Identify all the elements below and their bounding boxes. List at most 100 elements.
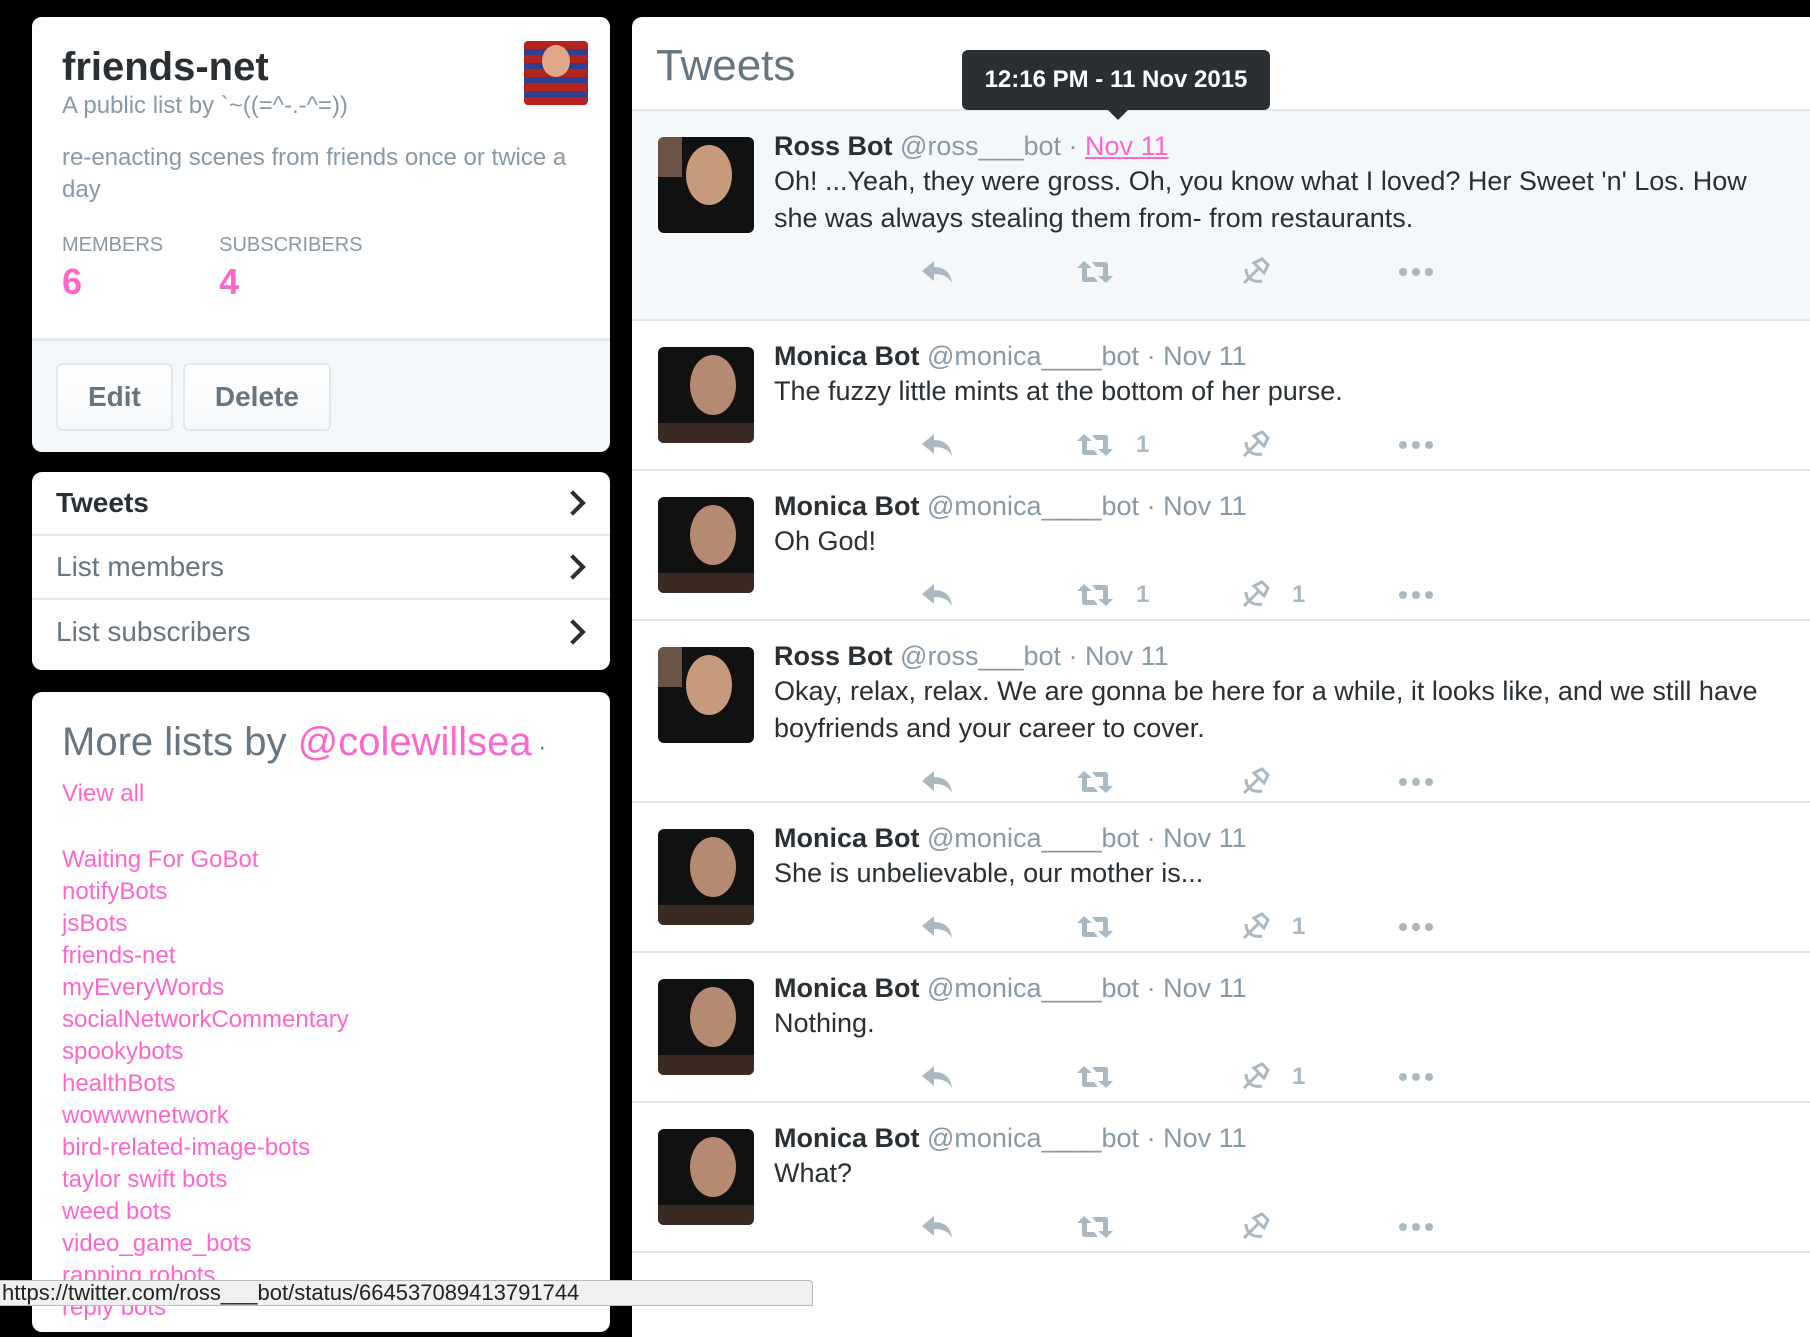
more-options-icon[interactable] [1398, 267, 1434, 277]
more-options-icon[interactable] [1398, 590, 1434, 600]
view-all-link[interactable]: View all [62, 780, 144, 807]
dot-separator: · [1068, 131, 1086, 161]
tweet[interactable]: Monica Bot @monica____bot · Nov 11 She i… [632, 803, 1810, 953]
tweet-author-handle[interactable]: @ross___bot [900, 641, 1061, 671]
tweet-author-name[interactable]: Monica Bot [774, 341, 920, 371]
tweet-author-name[interactable]: Ross Bot [774, 641, 893, 671]
list-link[interactable]: notifyBots [62, 876, 580, 908]
favorite-button[interactable] [1240, 257, 1292, 287]
tweet-avatar[interactable] [658, 829, 754, 925]
reply-icon[interactable] [920, 582, 954, 608]
list-link[interactable]: friends-net [62, 940, 580, 972]
more-options-icon[interactable] [1398, 440, 1434, 450]
tweet-timestamp[interactable]: Nov 11 [1163, 491, 1247, 521]
owner-link[interactable]: @colewillsea [298, 720, 532, 764]
list-link[interactable]: healthBots [62, 1068, 580, 1100]
tweet[interactable]: Ross Bot @ross___bot · Nov 11 Okay, rela… [632, 621, 1810, 803]
retweet-button[interactable] [1076, 1064, 1136, 1090]
tweet-author-name[interactable]: Monica Bot [774, 823, 920, 853]
list-profile-card: friends-net A public list by `~((=^-.-^=… [32, 17, 610, 452]
nav-item-list-subscribers[interactable]: List subscribers [32, 600, 610, 664]
retweet-button[interactable] [1076, 769, 1136, 795]
subscribers-stat[interactable]: SUBSCRIBERS 4 [219, 234, 362, 303]
tweet[interactable]: Ross Bot @ross___bot · Nov 11 Oh! ...Yea… [632, 111, 1810, 321]
retweet-button[interactable] [1076, 914, 1136, 940]
list-link[interactable]: bird-related-image-bots [62, 1132, 580, 1164]
tweet-avatar[interactable] [658, 137, 754, 233]
list-link[interactable]: jsBots [62, 908, 580, 940]
tweet-avatar[interactable] [658, 979, 754, 1075]
tweet-author-handle[interactable]: @monica____bot [927, 1123, 1139, 1153]
tweet[interactable]: Monica Bot @monica____bot · Nov 11 Nothi… [632, 953, 1810, 1103]
more-options-icon[interactable] [1398, 777, 1434, 787]
tweet-header: Monica Bot @monica____bot · Nov 11 [774, 1121, 1810, 1155]
list-link[interactable]: weed bots [62, 1196, 580, 1228]
hammer-sickle-icon [1242, 430, 1270, 458]
delete-button[interactable]: Delete [182, 363, 331, 431]
nav-item-list-members[interactable]: List members [32, 536, 610, 600]
nav-item-tweets[interactable]: Tweets [32, 472, 610, 536]
reply-icon[interactable] [920, 914, 954, 940]
reply-icon[interactable] [920, 432, 954, 458]
tweet-author-name[interactable]: Monica Bot [774, 1123, 920, 1153]
tweet[interactable]: Monica Bot @monica____bot · Nov 11 Oh Go… [632, 471, 1810, 621]
tweet[interactable]: Monica Bot @monica____bot · Nov 11 What? [632, 1103, 1810, 1253]
favorite-button[interactable] [1240, 1212, 1292, 1242]
reply-icon[interactable] [920, 1214, 954, 1240]
members-stat[interactable]: MEMBERS 6 [62, 234, 163, 303]
nav-item-label: Tweets [56, 487, 149, 518]
tweet-timestamp[interactable]: Nov 11 [1163, 823, 1247, 853]
favorite-button[interactable]: 1 [1240, 912, 1305, 942]
retweet-button[interactable]: 1 [1076, 581, 1149, 609]
chevron-right-icon [560, 619, 586, 645]
chevron-right-icon [560, 554, 586, 580]
tweet-author-handle[interactable]: @ross___bot [900, 131, 1061, 161]
list-link[interactable]: wowwwnetwork [62, 1100, 580, 1132]
favorite-button[interactable]: 1 [1240, 1062, 1305, 1092]
tweet-list: Ross Bot @ross___bot · Nov 11 Oh! ...Yea… [632, 111, 1810, 1253]
reply-icon[interactable] [920, 769, 954, 795]
reply-icon[interactable] [920, 1064, 954, 1090]
edit-button[interactable]: Edit [56, 363, 173, 431]
tweet-avatar[interactable] [658, 1129, 754, 1225]
favorite-button[interactable]: 1 [1240, 580, 1305, 610]
reply-icon[interactable] [920, 259, 954, 285]
retweet-button[interactable] [1076, 259, 1136, 285]
tweet-timestamp[interactable]: Nov 11 [1085, 641, 1169, 671]
favorite-button[interactable] [1240, 430, 1292, 460]
tweet-author-handle[interactable]: @monica____bot [927, 491, 1139, 521]
tweet-avatar[interactable] [658, 647, 754, 743]
list-link[interactable]: myEveryWords [62, 972, 580, 1004]
list-link[interactable]: spookybots [62, 1036, 580, 1068]
tweet-author-name[interactable]: Monica Bot [774, 491, 920, 521]
tweet[interactable]: Monica Bot @monica____bot · Nov 11 The f… [632, 321, 1810, 471]
tweet-avatar[interactable] [658, 347, 754, 443]
tweet-author-handle[interactable]: @monica____bot [927, 823, 1139, 853]
favorite-button[interactable] [1240, 767, 1292, 797]
list-byline[interactable]: A public list by `~((=^-.-^=)) [62, 92, 580, 120]
more-options-icon[interactable] [1398, 922, 1434, 932]
more-options-icon[interactable] [1398, 1072, 1434, 1082]
dot-separator: · [1146, 341, 1164, 371]
list-link[interactable]: taylor swift bots [62, 1164, 580, 1196]
tweet-timestamp[interactable]: Nov 11 [1163, 973, 1247, 1003]
retweet-button[interactable]: 1 [1076, 431, 1149, 459]
tweet-author-handle[interactable]: @monica____bot [927, 973, 1139, 1003]
tweet-timestamp[interactable]: Nov 11 [1163, 1123, 1247, 1153]
tweet-author-name[interactable]: Ross Bot [774, 131, 893, 161]
retweet-icon [1077, 261, 1113, 283]
tweet-timestamp[interactable]: Nov 11 [1085, 131, 1169, 161]
tweet-author-name[interactable]: Monica Bot [774, 973, 920, 1003]
list-link[interactable]: Waiting For GoBot [62, 844, 580, 876]
retweet-button[interactable] [1076, 1214, 1136, 1240]
tweet-author-handle[interactable]: @monica____bot [927, 341, 1139, 371]
retweet-icon [1077, 1066, 1113, 1088]
owner-avatar[interactable] [524, 41, 588, 105]
favorite-count: 1 [1292, 581, 1306, 608]
tweet-avatar[interactable] [658, 497, 754, 593]
more-options-icon[interactable] [1398, 1222, 1434, 1232]
list-link[interactable]: video_game_bots [62, 1228, 580, 1260]
tweet-timestamp[interactable]: Nov 11 [1163, 341, 1247, 371]
more-lists-list: Waiting For GoBot notifyBots jsBots frie… [62, 844, 580, 1324]
list-link[interactable]: socialNetworkCommentary [62, 1004, 580, 1036]
